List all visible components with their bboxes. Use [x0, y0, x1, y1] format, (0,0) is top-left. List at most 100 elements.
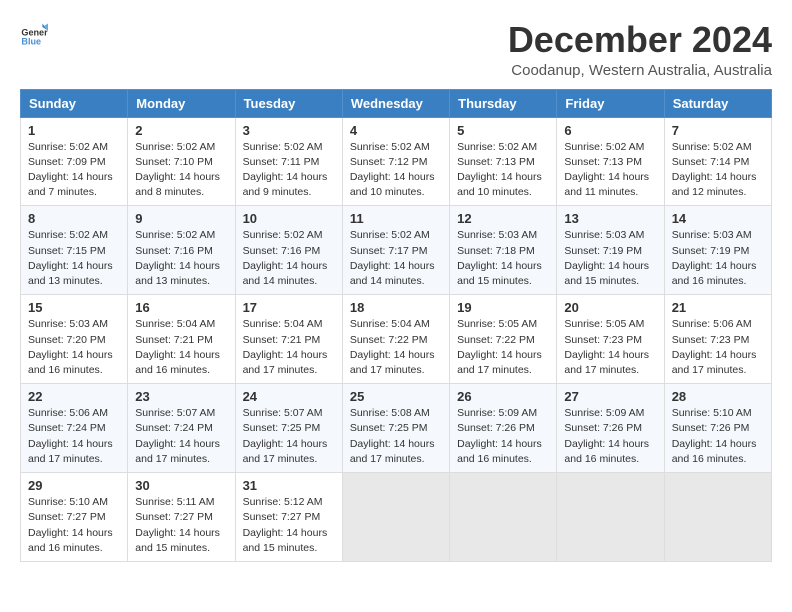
calendar-cell: [664, 473, 771, 562]
day-number: 22: [28, 389, 120, 404]
day-info: Sunrise: 5:03 AMSunset: 7:20 PMDaylight:…: [28, 317, 120, 378]
day-number: 24: [243, 389, 335, 404]
weekday-header-friday: Friday: [557, 89, 664, 117]
day-number: 11: [350, 211, 442, 226]
day-info: Sunrise: 5:02 AMSunset: 7:16 PMDaylight:…: [243, 228, 335, 289]
calendar-cell: 25 Sunrise: 5:08 AMSunset: 7:25 PMDayligh…: [342, 384, 449, 473]
calendar-cell: 24 Sunrise: 5:07 AMSunset: 7:25 PMDayligh…: [235, 384, 342, 473]
calendar-cell: 9Sunrise: 5:02 AMSunset: 7:16 PMDaylight…: [128, 206, 235, 295]
day-info: Sunrise: 5:02 AMSunset: 7:11 PMDaylight:…: [243, 140, 335, 201]
weekday-header-row: SundayMondayTuesdayWednesdayThursdayFrid…: [21, 89, 772, 117]
logo: General Blue: [20, 20, 48, 48]
day-info: Sunrise: 5:05 AMSunset: 7:22 PMDaylight:…: [457, 317, 549, 378]
calendar-cell: 31Sunrise: 5:12 AMSunset: 7:27 PMDayligh…: [235, 473, 342, 562]
calendar-cell: 13 Sunrise: 5:03 AMSunset: 7:19 PMDayligh…: [557, 206, 664, 295]
day-info: Sunrise: 5:02 AMSunset: 7:15 PMDaylight:…: [28, 228, 120, 289]
weekday-header-saturday: Saturday: [664, 89, 771, 117]
day-number: 9: [135, 211, 227, 226]
day-number: 8: [28, 211, 120, 226]
calendar-cell: 6 Sunrise: 5:02 AMSunset: 7:13 PMDaylight…: [557, 117, 664, 206]
day-number: 6: [564, 123, 656, 138]
day-info: Sunrise: 5:06 AMSunset: 7:23 PMDaylight:…: [672, 317, 764, 378]
day-number: 17: [243, 300, 335, 315]
calendar-cell: 3 Sunrise: 5:02 AMSunset: 7:11 PMDaylight…: [235, 117, 342, 206]
calendar-cell: 8 Sunrise: 5:02 AMSunset: 7:15 PMDaylight…: [21, 206, 128, 295]
calendar-cell: 30 Sunrise: 5:11 AMSunset: 7:27 PMDayligh…: [128, 473, 235, 562]
weekday-header-tuesday: Tuesday: [235, 89, 342, 117]
day-number: 21: [672, 300, 764, 315]
day-number: 20: [564, 300, 656, 315]
week-row-5: 29Sunrise: 5:10 AMSunset: 7:27 PMDayligh…: [21, 473, 772, 562]
calendar-cell: 21 Sunrise: 5:06 AMSunset: 7:23 PMDayligh…: [664, 295, 771, 384]
calendar-table: SundayMondayTuesdayWednesdayThursdayFrid…: [20, 89, 772, 562]
day-info: Sunrise: 5:09 AMSunset: 7:26 PMDaylight:…: [457, 406, 549, 467]
calendar-cell: 20 Sunrise: 5:05 AMSunset: 7:23 PMDayligh…: [557, 295, 664, 384]
day-number: 23: [135, 389, 227, 404]
calendar-cell: 27 Sunrise: 5:09 AMSunset: 7:26 PMDayligh…: [557, 384, 664, 473]
logo-icon: General Blue: [20, 20, 48, 48]
svg-text:Blue: Blue: [21, 37, 41, 47]
week-row-3: 15 Sunrise: 5:03 AMSunset: 7:20 PMDayligh…: [21, 295, 772, 384]
calendar-cell: 26 Sunrise: 5:09 AMSunset: 7:26 PMDayligh…: [450, 384, 557, 473]
day-info: Sunrise: 5:07 AMSunset: 7:25 PMDaylight:…: [243, 406, 335, 467]
day-number: 5: [457, 123, 549, 138]
weekday-header-wednesday: Wednesday: [342, 89, 449, 117]
calendar-cell: 12Sunrise: 5:03 AMSunset: 7:18 PMDayligh…: [450, 206, 557, 295]
calendar-cell: 1 Sunrise: 5:02 AMSunset: 7:09 PMDaylight…: [21, 117, 128, 206]
calendar-cell: 19Sunrise: 5:05 AMSunset: 7:22 PMDayligh…: [450, 295, 557, 384]
day-number: 26: [457, 389, 549, 404]
day-info: Sunrise: 5:03 AMSunset: 7:19 PMDaylight:…: [672, 228, 764, 289]
day-number: 16: [135, 300, 227, 315]
location-subtitle: Coodanup, Western Australia, Australia: [508, 62, 772, 79]
calendar-cell: [450, 473, 557, 562]
day-info: Sunrise: 5:06 AMSunset: 7:24 PMDaylight:…: [28, 406, 120, 467]
day-info: Sunrise: 5:08 AMSunset: 7:25 PMDaylight:…: [350, 406, 442, 467]
day-number: 18: [350, 300, 442, 315]
calendar-cell: 15 Sunrise: 5:03 AMSunset: 7:20 PMDayligh…: [21, 295, 128, 384]
day-info: Sunrise: 5:10 AMSunset: 7:27 PMDaylight:…: [28, 495, 120, 556]
day-number: 1: [28, 123, 120, 138]
week-row-4: 22 Sunrise: 5:06 AMSunset: 7:24 PMDayligh…: [21, 384, 772, 473]
day-info: Sunrise: 5:03 AMSunset: 7:19 PMDaylight:…: [564, 228, 656, 289]
calendar-cell: 28Sunrise: 5:10 AMSunset: 7:26 PMDayligh…: [664, 384, 771, 473]
day-info: Sunrise: 5:11 AMSunset: 7:27 PMDaylight:…: [135, 495, 227, 556]
calendar-cell: 29Sunrise: 5:10 AMSunset: 7:27 PMDayligh…: [21, 473, 128, 562]
day-number: 15: [28, 300, 120, 315]
calendar-cell: [557, 473, 664, 562]
day-number: 14: [672, 211, 764, 226]
week-row-1: 1 Sunrise: 5:02 AMSunset: 7:09 PMDaylight…: [21, 117, 772, 206]
day-info: Sunrise: 5:02 AMSunset: 7:13 PMDaylight:…: [564, 140, 656, 201]
month-title: December 2024: [508, 20, 772, 60]
day-info: Sunrise: 5:12 AMSunset: 7:27 PMDaylight:…: [243, 495, 335, 556]
day-info: Sunrise: 5:03 AMSunset: 7:18 PMDaylight:…: [457, 228, 549, 289]
day-number: 13: [564, 211, 656, 226]
day-number: 27: [564, 389, 656, 404]
day-number: 7: [672, 123, 764, 138]
calendar-cell: 7Sunrise: 5:02 AMSunset: 7:14 PMDaylight…: [664, 117, 771, 206]
calendar-cell: 14 Sunrise: 5:03 AMSunset: 7:19 PMDayligh…: [664, 206, 771, 295]
day-number: 3: [243, 123, 335, 138]
day-info: Sunrise: 5:04 AMSunset: 7:21 PMDaylight:…: [135, 317, 227, 378]
day-number: 2: [135, 123, 227, 138]
day-info: Sunrise: 5:10 AMSunset: 7:26 PMDaylight:…: [672, 406, 764, 467]
day-number: 30: [135, 478, 227, 493]
day-info: Sunrise: 5:02 AMSunset: 7:09 PMDaylight:…: [28, 140, 120, 201]
title-section: December 2024 Coodanup, Western Australi…: [508, 20, 772, 79]
day-info: Sunrise: 5:04 AMSunset: 7:21 PMDaylight:…: [243, 317, 335, 378]
day-number: 4: [350, 123, 442, 138]
page-header: General Blue December 2024 Coodanup, Wes…: [20, 20, 772, 79]
day-number: 10: [243, 211, 335, 226]
calendar-cell: 10 Sunrise: 5:02 AMSunset: 7:16 PMDayligh…: [235, 206, 342, 295]
calendar-cell: 5Sunrise: 5:02 AMSunset: 7:13 PMDaylight…: [450, 117, 557, 206]
day-info: Sunrise: 5:05 AMSunset: 7:23 PMDaylight:…: [564, 317, 656, 378]
day-number: 25: [350, 389, 442, 404]
calendar-cell: 23Sunrise: 5:07 AMSunset: 7:24 PMDayligh…: [128, 384, 235, 473]
weekday-header-monday: Monday: [128, 89, 235, 117]
calendar-cell: 17 Sunrise: 5:04 AMSunset: 7:21 PMDayligh…: [235, 295, 342, 384]
calendar-cell: 4 Sunrise: 5:02 AMSunset: 7:12 PMDaylight…: [342, 117, 449, 206]
day-info: Sunrise: 5:04 AMSunset: 7:22 PMDaylight:…: [350, 317, 442, 378]
day-info: Sunrise: 5:09 AMSunset: 7:26 PMDaylight:…: [564, 406, 656, 467]
calendar-cell: 11Sunrise: 5:02 AMSunset: 7:17 PMDayligh…: [342, 206, 449, 295]
calendar-cell: 18 Sunrise: 5:04 AMSunset: 7:22 PMDayligh…: [342, 295, 449, 384]
day-info: Sunrise: 5:02 AMSunset: 7:12 PMDaylight:…: [350, 140, 442, 201]
